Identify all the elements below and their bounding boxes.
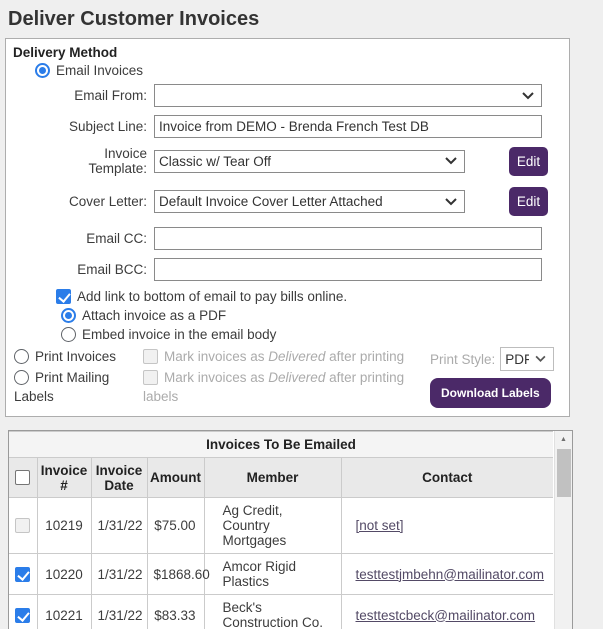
print-mailing-labels-option[interactable]: Print Mailing Labels [14,368,143,406]
col-header-invoice: Invoice # [36,457,92,498]
invoice-template-row: Invoice Template: Classic w/ Tear Off Ed… [6,146,569,176]
print-invoices-option[interactable]: Print Invoices [14,347,143,366]
row-checkbox[interactable] [15,607,31,623]
email-from-row: Email From: [6,84,569,107]
scrollbar-up-arrow-icon[interactable]: ▲ [555,431,572,448]
table-row: 10221 1/31/22 $83.33 Beck's Construction… [9,594,553,629]
embed-invoice-radio[interactable] [61,327,76,342]
invoice-number: 10220 [36,553,92,595]
print-invoices-radio[interactable] [14,349,29,364]
invoice-date: 1/31/22 [90,497,148,554]
table-row: 10220 1/31/22 $1868.60 Amcor Rigid Plast… [9,553,553,595]
email-from-label: Email From: [74,88,147,103]
invoice-amount: $75.00 [146,497,205,554]
mark-delivered-labels-option: Mark invoices as Delivered after printin… [143,368,430,406]
col-header-member: Member [203,457,342,498]
subject-line-label: Subject Line: [68,119,147,134]
cover-letter-label: Cover Letter: [68,194,147,209]
mark-delivered-printing-text: Mark invoices as [164,349,269,364]
page-title: Deliver Customer Invoices [8,8,260,30]
invoice-amount: $83.33 [146,594,205,629]
edit-cover-letter-button[interactable]: Edit [509,187,548,216]
email-invoices-option[interactable]: Email Invoices [35,63,569,78]
email-bcc-row: Email BCC: [6,258,569,281]
pay-bills-link-checkbox[interactable] [56,289,71,304]
email-bcc-input[interactable] [154,258,542,281]
print-style-select[interactable]: PDF [500,347,555,371]
mark-delivered-labels-text: Mark invoices as [164,370,269,385]
delivered-italic: Delivered [268,349,326,364]
col-header-contact: Contact [340,457,553,498]
col-header-date: Invoice Date [90,457,148,498]
pay-bills-link-label: Add link to bottom of email to pay bills… [77,289,348,304]
delivery-method-legend: Delivery Method [13,45,118,60]
invoice-number: 10219 [36,497,92,554]
email-invoices-label: Email Invoices [56,63,144,78]
embed-invoice-label: Embed invoice in the email body [82,327,277,342]
invoice-amount: $1868.60 [146,553,210,595]
row-checkbox [15,518,31,533]
embed-invoice-option[interactable]: Embed invoice in the email body [61,327,569,342]
print-style-label: Print Style: [430,351,496,367]
print-mailing-labels-radio[interactable] [14,370,29,385]
subject-line-input[interactable] [154,115,542,138]
email-cc-row: Email CC: [6,227,569,250]
mark-delivered-printing-checkbox [143,349,158,364]
invoice-number: 10221 [36,594,92,629]
attach-pdf-option[interactable]: Attach invoice as a PDF [61,308,569,323]
after-printing-text: after printing [325,349,405,364]
email-from-select[interactable] [154,84,542,107]
table-row: 10219 1/31/22 $75.00 Ag Credit, Country … [9,497,553,554]
contact-link[interactable]: testtestcbeck@mailinator.com [356,608,536,623]
cover-letter-row: Cover Letter: Default Invoice Cover Lett… [6,187,569,216]
attach-pdf-label: Attach invoice as a PDF [82,308,227,323]
contact-link[interactable]: testtestjmbehn@mailinator.com [356,567,545,582]
pay-bills-link-option[interactable]: Add link to bottom of email to pay bills… [56,289,569,304]
cover-letter-select[interactable]: Default Invoice Cover Letter Attached [154,190,465,213]
select-all-header[interactable] [9,457,38,498]
mark-delivered-printing-option: Mark invoices as Delivered after printin… [143,347,430,366]
email-invoices-radio[interactable] [35,63,50,78]
email-cc-label: Email CC: [86,231,147,246]
select-all-checkbox[interactable] [15,470,31,485]
email-cc-input[interactable] [154,227,542,250]
scrollbar-thumb[interactable] [557,449,571,497]
table-scrollbar[interactable]: ▲ [554,431,572,629]
print-invoices-label: Print Invoices [35,349,117,364]
row-checkbox[interactable] [15,566,31,582]
table-title: Invoices To Be Emailed [9,431,553,458]
col-header-amount: Amount [146,457,205,498]
invoice-date: 1/31/22 [90,553,148,595]
subject-line-row: Subject Line: [6,115,569,138]
mark-delivered-labels-checkbox [143,370,158,385]
member-name: Beck's Construction Co. [203,594,342,629]
invoices-table-panel: Invoices To Be Emailed Invoice # Invoice… [8,430,573,629]
invoice-date: 1/31/22 [90,594,148,629]
delivery-method-panel: Delivery Method Email Invoices Email Fro… [5,38,570,417]
member-name: Ag Credit, Country Mortgages [203,497,342,554]
contact-link[interactable]: [not set] [356,518,404,533]
email-bcc-label: Email BCC: [77,262,147,277]
edit-template-button[interactable]: Edit [509,146,548,176]
member-name: Amcor Rigid Plastics [203,553,342,595]
invoices-table: Invoices To Be Emailed Invoice # Invoice… [9,431,553,629]
invoice-template-select[interactable]: Classic w/ Tear Off [154,149,465,173]
attach-pdf-radio[interactable] [61,308,76,323]
download-labels-button[interactable]: Download Labels [430,378,551,408]
invoice-template-label: Invoice Template: [88,146,147,176]
delivered-italic: Delivered [268,370,326,385]
